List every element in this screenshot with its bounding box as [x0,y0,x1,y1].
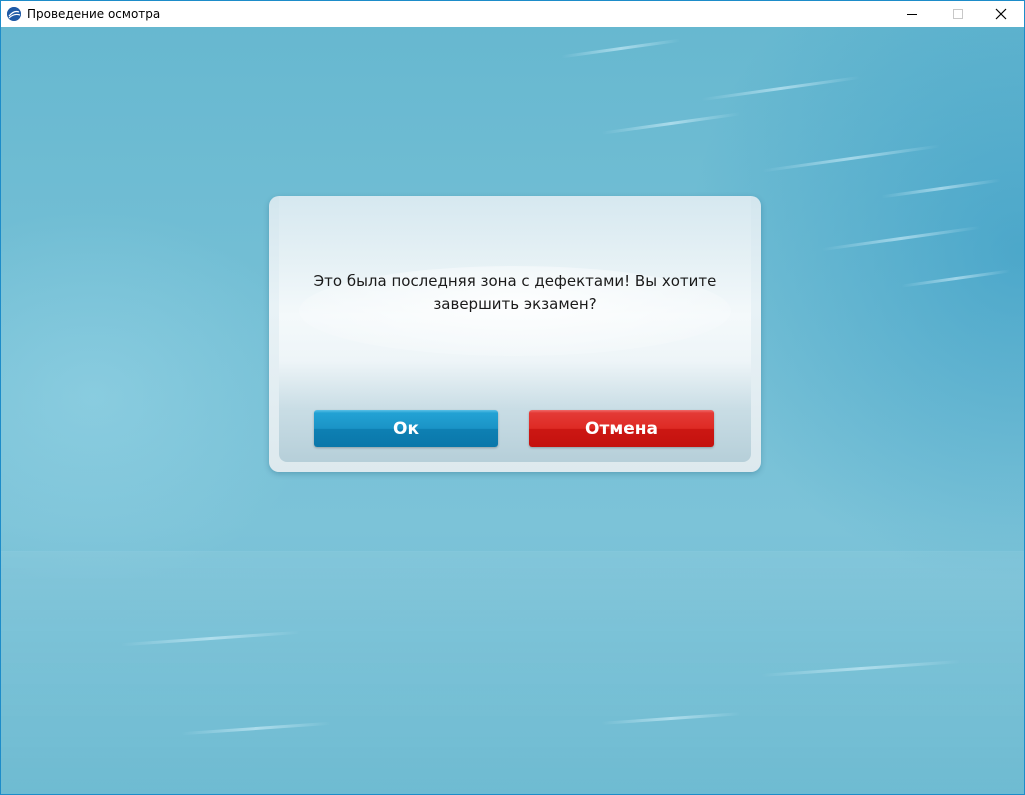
minimize-icon [906,5,918,24]
ok-button-label: Ок [393,418,419,439]
dialog-message-line-2: завершить экзамен? [433,295,597,313]
app-logo-icon [7,7,21,21]
dialog-message-line-1: Это была последняя зона с дефектами! Вы … [313,272,717,290]
confirm-dialog: Это была последняя зона с дефектами! Вы … [269,196,761,472]
maximize-button[interactable] [935,1,981,27]
maximize-icon [952,5,964,24]
window-title: Проведение осмотра [27,7,161,21]
close-button[interactable] [978,1,1024,27]
app-window: Проведение осмотра Это была последняя зо… [0,0,1025,795]
dialog-panel: Это была последняя зона с дефектами! Вы … [279,196,751,462]
cancel-button[interactable]: Отмена [529,410,714,447]
close-icon [995,5,1007,24]
cancel-button-label: Отмена [585,418,658,439]
background-lower-band [1,551,1024,794]
minimize-button[interactable] [889,1,935,27]
dialog-message: Это была последняя зона с дефектами! Вы … [279,270,751,316]
background-streak [561,38,681,59]
app-background: Это была последняя зона с дефектами! Вы … [1,27,1024,794]
title-bar[interactable]: Проведение осмотра [1,1,1024,27]
ok-button[interactable]: Ок [314,410,498,447]
